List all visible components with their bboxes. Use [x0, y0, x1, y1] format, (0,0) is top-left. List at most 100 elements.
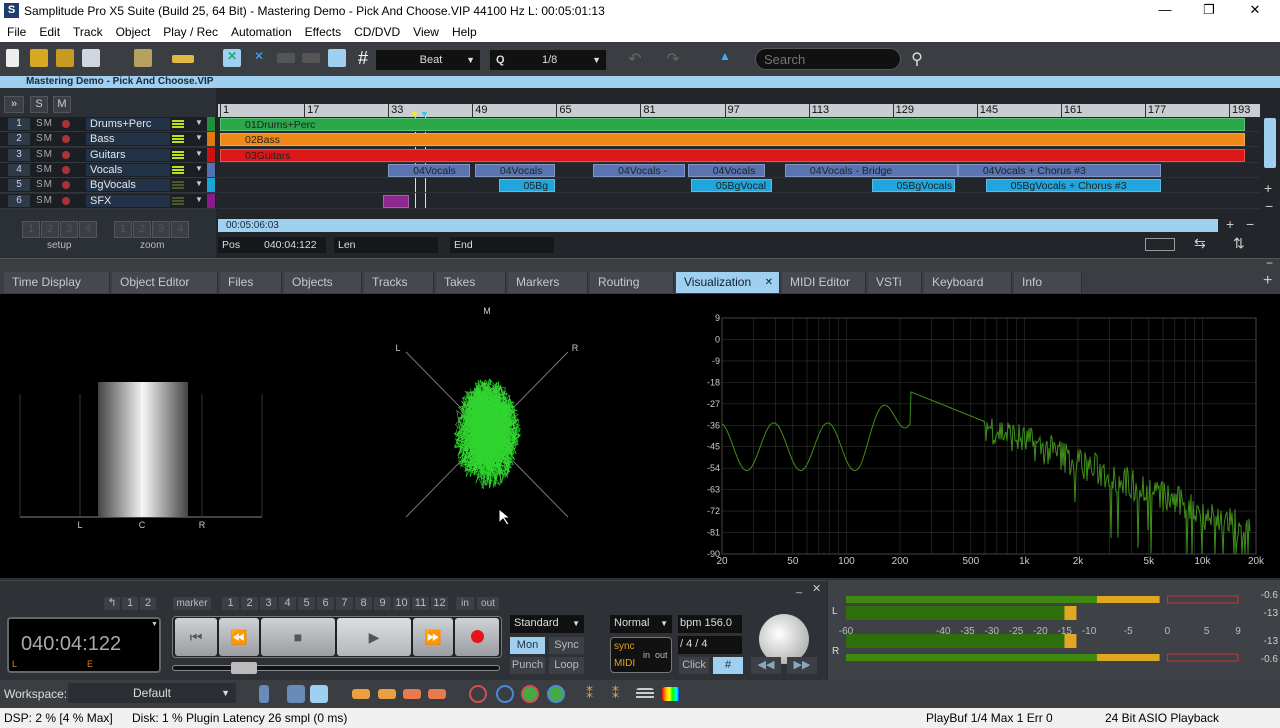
marker-button[interactable]: 7: [336, 597, 353, 610]
play-record-icon[interactable]: [310, 685, 328, 703]
track-mute-button[interactable]: M: [44, 179, 53, 190]
tab-vsti[interactable]: VSTi: [868, 272, 922, 293]
track-name[interactable]: BgVocals: [86, 179, 170, 192]
align-icon[interactable]: [277, 53, 295, 63]
track-name[interactable]: Bass: [86, 133, 170, 146]
search-input[interactable]: [755, 48, 901, 70]
track-header[interactable]: 1 SM Drums+Perc ▼: [0, 117, 216, 132]
audio-clip[interactable]: [382, 194, 409, 208]
mute-all-button[interactable]: M: [53, 96, 71, 113]
tab-close-icon[interactable]: ✕: [765, 272, 773, 293]
solo-all-button[interactable]: S: [30, 96, 48, 113]
menu-object[interactable]: Object: [109, 22, 157, 39]
zoom-slot-button[interactable]: 3: [152, 221, 170, 238]
record-arm-icon[interactable]: [62, 135, 70, 144]
minimize-button[interactable]: —: [1150, 2, 1180, 17]
record-arm-icon[interactable]: [62, 181, 70, 190]
menu-track[interactable]: Track: [66, 22, 109, 39]
loop-button[interactable]: Loop: [549, 657, 584, 674]
setup-slot-button[interactable]: 4: [79, 221, 97, 238]
workspace-dropdown[interactable]: Default ▼: [68, 683, 236, 703]
end-field[interactable]: End: [450, 237, 554, 253]
range-tool-icon[interactable]: [172, 55, 194, 63]
marker-button[interactable]: 8: [355, 597, 372, 610]
time-signature-dropdown[interactable]: / 4 / 4: [678, 636, 742, 654]
track-menu-icon[interactable]: ▼: [195, 179, 203, 188]
sync-midi-indicator[interactable]: sync MIDI in out: [610, 637, 672, 673]
track-number[interactable]: 4: [8, 163, 30, 176]
marker-label[interactable]: marker: [173, 597, 211, 610]
marker-button[interactable]: 9: [374, 597, 391, 610]
zoom-out-horizontal-button[interactable]: −: [1246, 216, 1254, 232]
track-solo-button[interactable]: S: [36, 149, 44, 160]
menu-cddvd[interactable]: CD/DVD: [347, 22, 406, 39]
jog-back-button[interactable]: ◀◀: [751, 657, 781, 674]
maximize-button[interactable]: ❐: [1194, 2, 1224, 18]
marker-button[interactable]: 5: [298, 597, 315, 610]
align2-icon[interactable]: [302, 53, 320, 63]
setup-slot-button[interactable]: 3: [60, 221, 78, 238]
track-name[interactable]: Vocals: [86, 163, 170, 176]
bpm-dropdown[interactable]: bpm 156.0: [678, 615, 742, 633]
track-name[interactable]: SFX: [86, 194, 170, 207]
stop-button[interactable]: ■: [261, 618, 335, 656]
track-menu-icon[interactable]: ▼: [195, 118, 203, 127]
track-mute-button[interactable]: M: [44, 149, 53, 160]
audio-clip[interactable]: 05BgVocals: [871, 179, 956, 193]
crossfade-icon[interactable]: ✕: [223, 49, 241, 67]
menu-help[interactable]: Help: [445, 22, 483, 39]
record-arm-icon[interactable]: [62, 150, 70, 159]
zoom-horizontal-icon[interactable]: [469, 685, 487, 703]
tab-visualization[interactable]: Visualization ✕: [676, 272, 780, 293]
tab-files[interactable]: Files: [220, 272, 282, 293]
zoom-vertical-icon[interactable]: [496, 685, 514, 703]
marker-right-icon[interactable]: [428, 689, 446, 699]
grid-lock-button[interactable]: #: [713, 657, 743, 674]
next-marker-icon[interactable]: [378, 689, 396, 699]
marker-button[interactable]: 6: [317, 597, 334, 610]
zoom-slot-button[interactable]: 1: [114, 221, 132, 238]
transport-close-button[interactable]: ✕: [812, 582, 821, 595]
audio-clip[interactable]: 04Vocals -: [593, 163, 686, 177]
audio-clip[interactable]: 05BgVocals + Chorus #3: [985, 179, 1161, 193]
waveform-zoom-out-icon[interactable]: ⁑: [612, 685, 630, 703]
menu-file[interactable]: File: [0, 22, 32, 39]
menu-edit[interactable]: Edit: [32, 22, 66, 39]
list-icon[interactable]: [636, 688, 654, 700]
timeline-ruler[interactable]: 1 17 33 49 65 81 97 113 129 145 161 177 193: [218, 104, 1260, 117]
close-button[interactable]: ✕: [1240, 2, 1270, 18]
panel-minimize-button[interactable]: −: [1266, 256, 1273, 270]
tab-tracks[interactable]: Tracks: [364, 272, 434, 293]
spectrum-icon[interactable]: [662, 687, 680, 701]
marker-left-icon[interactable]: [403, 689, 421, 699]
horizontal-scrollbar[interactable]: 00:05:06:03: [218, 219, 1218, 232]
audio-clip[interactable]: 04Vocals + Chorus #3: [957, 163, 1161, 177]
horizontal-zoom-icon[interactable]: ⇆: [1194, 235, 1206, 252]
track-menu-icon[interactable]: ▼: [195, 149, 203, 158]
tab-takes[interactable]: Takes: [436, 272, 506, 293]
solo-mute-buttons[interactable]: SM: [36, 133, 53, 144]
tab-routing[interactable]: Routing: [590, 272, 674, 293]
vertical-zoom-icon[interactable]: ⇅: [1233, 235, 1245, 252]
track-menu-icon[interactable]: ▼: [195, 195, 203, 204]
menu-effects[interactable]: Effects: [298, 22, 347, 39]
marker-button[interactable]: 11: [412, 597, 429, 610]
sync-button[interactable]: Sync: [549, 637, 584, 654]
solo-mute-buttons[interactable]: SM: [36, 195, 53, 206]
zoom-slot-button[interactable]: 4: [171, 221, 189, 238]
zoom-horizontal-out-icon[interactable]: [521, 685, 539, 703]
solo-mute-buttons[interactable]: SM: [36, 164, 53, 175]
solo-mute-buttons[interactable]: SM: [36, 118, 53, 129]
new-file-icon[interactable]: [6, 49, 19, 67]
solo-mute-buttons[interactable]: SM: [36, 149, 53, 160]
track-header[interactable]: 3 SM Guitars ▼: [0, 147, 216, 163]
audio-clip[interactable]: 02Bass: [220, 133, 1245, 147]
tab-info[interactable]: Info: [1014, 272, 1082, 293]
play-mode-dropdown[interactable]: Normal ▼: [610, 615, 672, 633]
track-number[interactable]: 2: [8, 133, 30, 146]
track-solo-button[interactable]: S: [36, 164, 44, 175]
search-icon[interactable]: ⚲: [908, 49, 926, 68]
zoom-in-vertical-button[interactable]: +: [1264, 180, 1272, 196]
menu-automation[interactable]: Automation: [224, 22, 298, 39]
in-button[interactable]: in: [456, 597, 474, 610]
